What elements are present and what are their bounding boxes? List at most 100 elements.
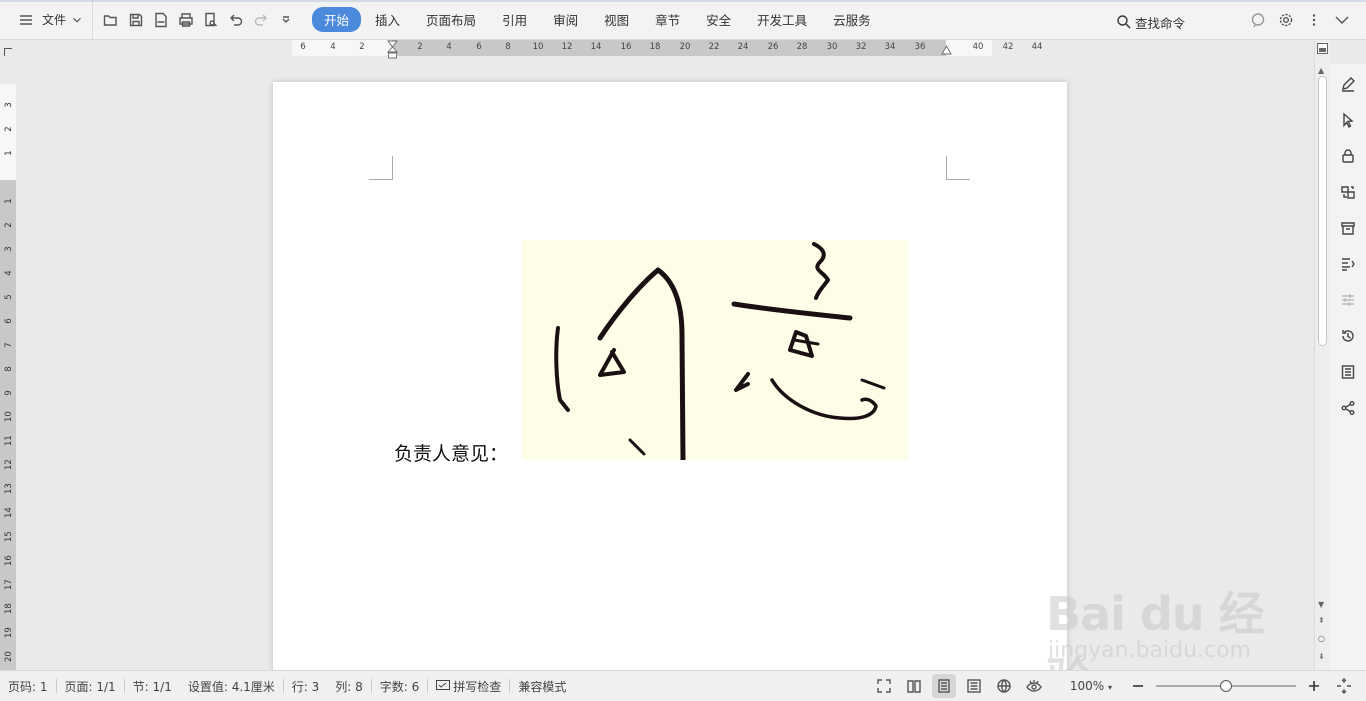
ruler-number: 10 <box>532 42 544 52</box>
spell-check-button[interactable]: 拼写检查 <box>428 678 509 695</box>
zoom-out-icon[interactable] <box>1126 674 1150 698</box>
document-page[interactable]: 负责人意见： <box>273 82 1067 670</box>
status-pages[interactable]: 页面: 1/1 <box>57 678 124 695</box>
ruler-number: 9 <box>4 390 14 396</box>
ruler-number: 1 <box>4 150 14 156</box>
tab-review[interactable]: 审阅 <box>541 7 590 32</box>
file-menu-label: 文件 <box>42 13 67 27</box>
ruler-number: 2 <box>4 222 14 228</box>
zoom-slider-thumb[interactable] <box>1220 680 1232 692</box>
status-row[interactable]: 行: 3 <box>284 678 328 695</box>
vertical-ruler[interactable]: 3 2 1 1 2 3 4 5 6 7 8 9 10 11 12 13 14 1… <box>0 64 16 670</box>
zoom-level-dropdown[interactable]: 100% ▾ <box>1062 679 1120 693</box>
ruler-number: 8 <box>505 42 511 52</box>
horizontal-ruler[interactable]: 6 4 2 2 4 6 8 10 12 14 16 18 20 22 24 26… <box>24 40 1314 64</box>
export-pdf-icon[interactable] <box>149 8 173 32</box>
crop-mark-top-right <box>946 156 970 180</box>
document-text-line[interactable]: 负责人意见： <box>394 439 508 466</box>
outline-view-icon[interactable] <box>962 674 986 698</box>
right-task-pane <box>1330 64 1366 670</box>
vertical-scrollbar[interactable]: ▲ ▼ ⇞ ○ ⇟ <box>1314 40 1330 670</box>
ruler-number: 28 <box>796 42 808 52</box>
more-vertical-icon[interactable] <box>1302 8 1326 32</box>
ruler-number: 6 <box>300 42 306 52</box>
scrollbar-thumb[interactable] <box>1318 76 1327 346</box>
status-page-code[interactable]: 页码: 1 <box>0 678 56 695</box>
zoom-in-icon[interactable] <box>1302 674 1326 698</box>
tab-chapter[interactable]: 章节 <box>643 7 692 32</box>
crop-mark-top-left <box>369 156 393 180</box>
right-indent-marker[interactable] <box>941 42 953 56</box>
file-menu-button[interactable]: 文件 <box>0 0 94 40</box>
archive-box-icon[interactable] <box>1336 216 1360 240</box>
status-setting-value[interactable]: 设置值: 4.1厘米 <box>180 678 283 695</box>
scroll-down-icon[interactable]: ▼ <box>1318 600 1324 609</box>
ruler-number: 30 <box>826 42 838 52</box>
handwritten-signature-image[interactable] <box>522 240 908 460</box>
status-section[interactable]: 节: 1/1 <box>125 678 180 695</box>
redo-icon[interactable] <box>249 8 273 32</box>
lock-icon[interactable] <box>1336 144 1360 168</box>
ruler-number: 44 <box>1031 42 1043 52</box>
left-indent-marker[interactable] <box>387 40 399 62</box>
ruler-number: 18 <box>649 42 661 52</box>
panel-toggle-icon[interactable] <box>1317 43 1328 54</box>
comment-bubble-icon[interactable] <box>1246 8 1270 32</box>
eye-protection-icon[interactable] <box>1022 674 1046 698</box>
ruler-number: 36 <box>914 42 926 52</box>
ribbon-tabs: 开始 插入 页面布局 引用 审阅 视图 章节 安全 开发工具 云服务 <box>312 7 883 32</box>
tab-developer[interactable]: 开发工具 <box>745 7 819 32</box>
tab-page-layout[interactable]: 页面布局 <box>414 7 488 32</box>
status-word-count[interactable]: 字数: 6 <box>372 678 428 695</box>
next-page-icon[interactable]: ⇟ <box>1318 652 1325 661</box>
command-search[interactable]: 查找命令 <box>1116 10 1185 34</box>
ruler-number: 3 <box>4 246 14 252</box>
translate-icon[interactable] <box>1336 180 1360 204</box>
reading-view-icon[interactable] <box>902 674 926 698</box>
pen-edit-icon[interactable] <box>1336 72 1360 96</box>
ruler-number: 32 <box>855 42 867 52</box>
zoom-slider[interactable] <box>1156 680 1296 692</box>
outline-list-icon[interactable] <box>1336 252 1360 276</box>
ruler-number: 6 <box>4 318 14 324</box>
tab-security[interactable]: 安全 <box>694 7 743 32</box>
save-icon[interactable] <box>124 8 148 32</box>
open-folder-icon[interactable] <box>99 8 123 32</box>
tab-references[interactable]: 引用 <box>490 7 539 32</box>
zoom-dropdown-caret-icon: ▾ <box>1107 683 1112 692</box>
ruler-number: 12 <box>4 459 14 470</box>
ruler-number: 14 <box>4 507 14 518</box>
previous-page-icon[interactable]: ⇞ <box>1318 616 1325 625</box>
history-clock-icon[interactable] <box>1336 324 1360 348</box>
gear-icon[interactable] <box>1274 8 1298 32</box>
ruler-number: 26 <box>767 42 779 52</box>
ruler-number: 2 <box>417 42 423 52</box>
adjust-sliders-icon[interactable] <box>1336 288 1360 312</box>
print-preview-icon[interactable] <box>199 8 223 32</box>
page-view-icon[interactable] <box>931 674 956 698</box>
compat-mode-label[interactable]: 兼容模式 <box>510 678 574 695</box>
cursor-select-icon[interactable] <box>1336 108 1360 132</box>
tab-view[interactable]: 视图 <box>592 7 641 32</box>
undo-icon[interactable] <box>224 8 248 32</box>
fullscreen-icon[interactable] <box>872 674 896 698</box>
document-canvas[interactable]: 负责人意见： <box>24 64 1314 670</box>
document-list-icon[interactable] <box>1336 360 1360 384</box>
web-layout-icon[interactable] <box>992 674 1016 698</box>
tab-home[interactable]: 开始 <box>312 7 362 32</box>
share-icon[interactable] <box>1336 396 1360 420</box>
ruler-number: 6 <box>476 42 482 52</box>
ruler-number: 5 <box>4 294 14 300</box>
fit-page-icon[interactable] <box>1332 674 1356 698</box>
select-browse-object-icon[interactable]: ○ <box>1318 634 1325 643</box>
ruler-tab-selector[interactable] <box>4 48 12 56</box>
status-column[interactable]: 列: 8 <box>327 678 371 695</box>
tab-cloud[interactable]: 云服务 <box>821 7 883 32</box>
customize-toolbar-icon[interactable] <box>274 8 298 32</box>
tab-insert[interactable]: 插入 <box>363 7 412 32</box>
top-right-controls <box>1246 8 1354 32</box>
scroll-up-icon[interactable]: ▲ <box>1318 66 1324 75</box>
collapse-ribbon-icon[interactable] <box>1330 8 1354 32</box>
print-icon[interactable] <box>174 8 198 32</box>
spell-check-label: 拼写检查 <box>453 679 502 694</box>
